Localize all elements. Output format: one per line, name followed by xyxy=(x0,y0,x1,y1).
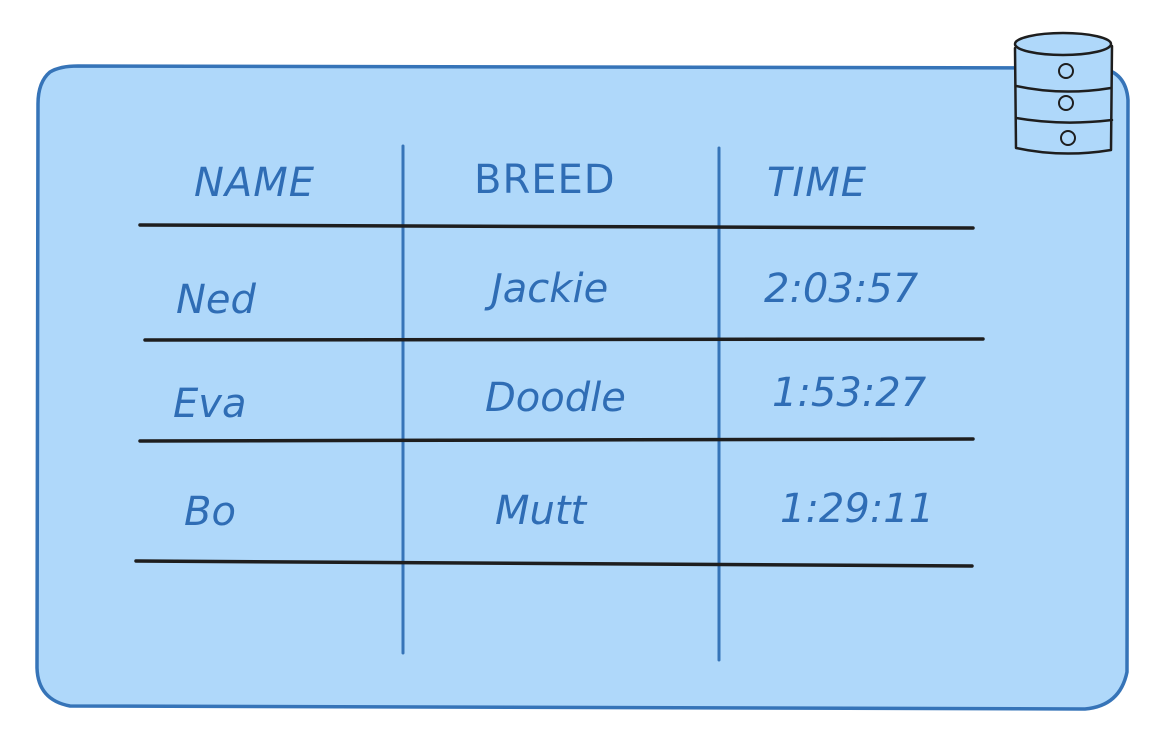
header-time: TIME xyxy=(767,160,867,206)
cell-breed: Doodle xyxy=(485,375,626,421)
row-line-2 xyxy=(138,437,975,443)
cell-time: 1:53:27 xyxy=(772,370,927,416)
row-line-1 xyxy=(143,337,985,342)
cell-name: Eva xyxy=(173,381,246,427)
database-icon xyxy=(1013,31,1114,155)
cell-name: Bo xyxy=(184,489,236,535)
diagram-canvas: NAME BREED TIME Ned Jackie 2:03:57 Eva D… xyxy=(35,31,1130,711)
cell-time: 1:29:11 xyxy=(780,486,934,532)
header-name: NAME xyxy=(194,160,315,206)
cell-time: 2:03:57 xyxy=(764,266,919,312)
cell-breed: Jackie xyxy=(484,266,608,312)
cell-name: Ned xyxy=(176,277,257,323)
cell-breed: Mutt xyxy=(495,488,588,534)
header-breed: BREED xyxy=(474,157,616,203)
